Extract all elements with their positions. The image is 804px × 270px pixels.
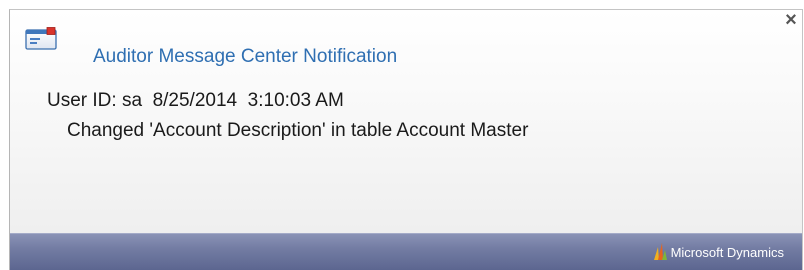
notification-popup: × Auditor Message Center Notification Us… [9, 9, 803, 270]
footer-bar: Microsoft Dynamics [10, 233, 802, 270]
notification-message: Changed 'Account Description' in table A… [67, 120, 529, 141]
close-icon: × [785, 9, 797, 31]
user-timestamp-line: User ID: sa 8/25/2014 3:10:03 AM [47, 90, 344, 111]
brand-label: Microsoft Dynamics [670, 244, 784, 260]
brand: Microsoft Dynamics [653, 243, 784, 261]
notification-title: Auditor Message Center Notification [93, 46, 398, 67]
close-button[interactable]: × [782, 9, 800, 31]
envelope-icon [25, 27, 57, 50]
microsoft-dynamics-logo [653, 243, 667, 260]
